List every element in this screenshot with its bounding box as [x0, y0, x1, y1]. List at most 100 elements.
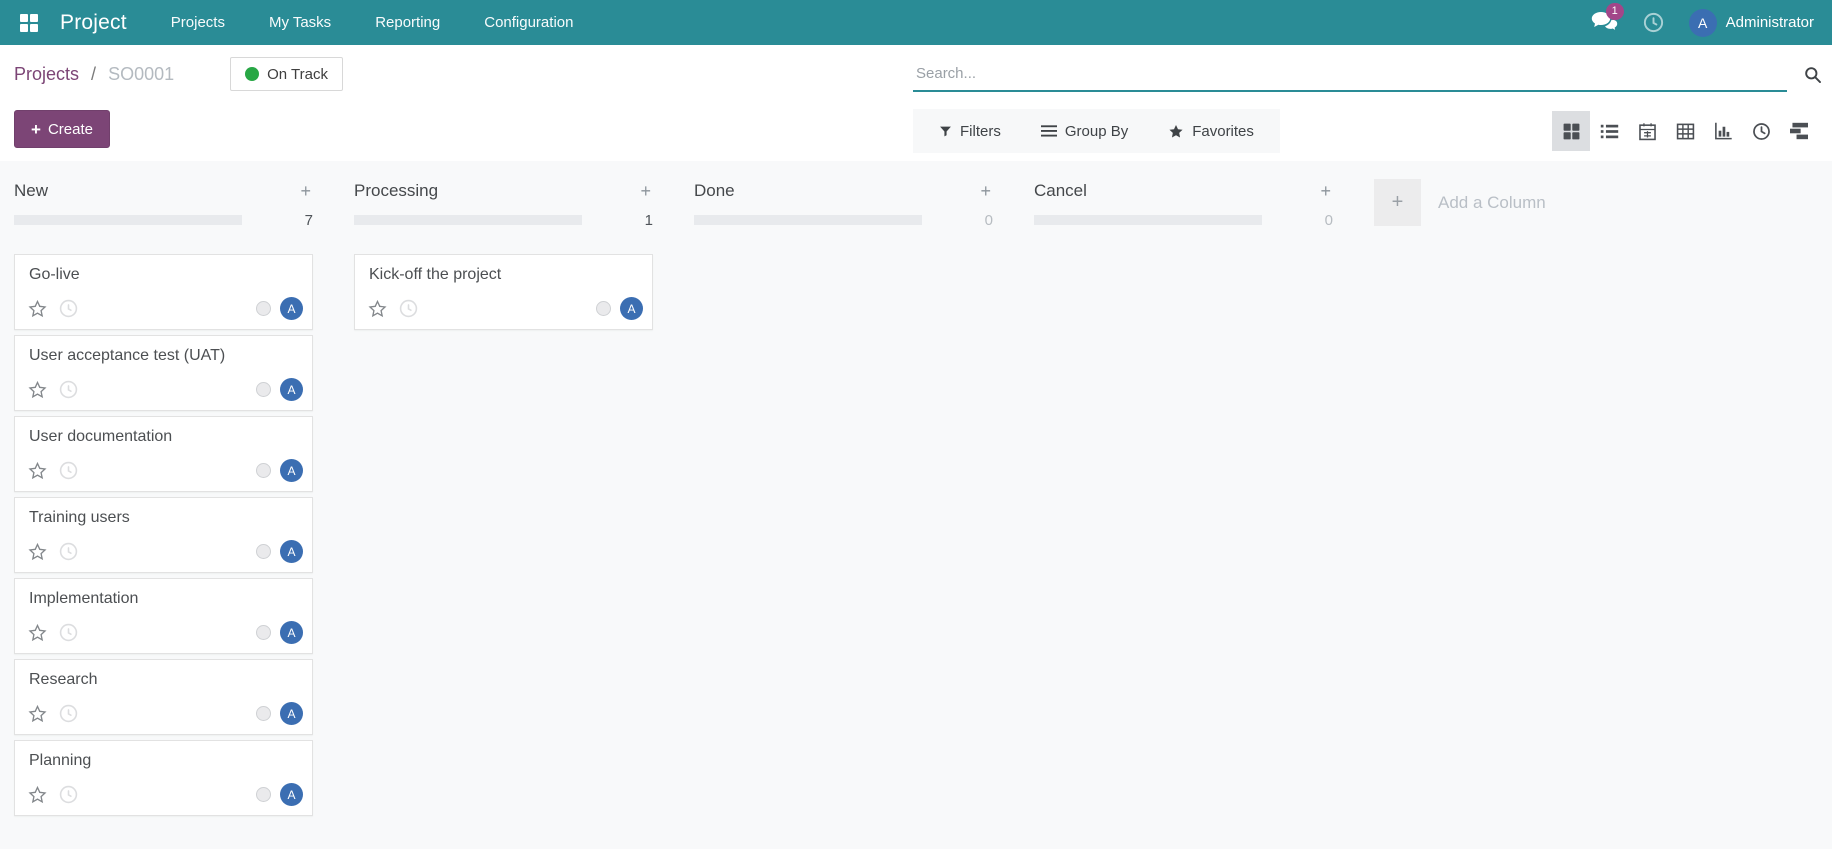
kanban-card[interactable]: User documentation A	[14, 416, 313, 492]
menu-my-tasks[interactable]: My Tasks	[269, 14, 331, 31]
add-column-label: Add a Column	[1438, 192, 1546, 212]
activity-clock-icon[interactable]	[59, 623, 78, 642]
kanban-state-circle[interactable]	[256, 382, 271, 397]
card-title: User acceptance test (UAT)	[29, 347, 226, 364]
activity-clock-icon[interactable]	[59, 785, 78, 804]
kanban-card[interactable]: Kick-off the project A	[354, 254, 653, 330]
quick-add-icon[interactable]: +	[298, 182, 313, 200]
quick-add-icon[interactable]: +	[978, 182, 993, 200]
kanban-card[interactable]: Training users A	[14, 497, 313, 573]
assignee-avatar[interactable]: A	[620, 297, 643, 320]
kanban-column-processing: Processing + 1 Kick-off the project A	[354, 179, 653, 335]
project-status-button[interactable]: On Track	[230, 57, 343, 91]
column-progressbar[interactable]	[694, 215, 922, 225]
column-title[interactable]: Done	[694, 181, 735, 201]
quick-add-icon[interactable]: +	[1318, 182, 1333, 200]
user-avatar: A	[1688, 8, 1717, 37]
kanban-card[interactable]: Research A	[14, 659, 313, 735]
quick-add-icon[interactable]: +	[638, 182, 653, 200]
activity-systray-icon[interactable]	[1642, 11, 1665, 34]
status-green-dot-icon	[245, 67, 260, 81]
search-input[interactable]	[913, 56, 1787, 92]
main-menu: Projects My Tasks Reporting Configuratio…	[171, 14, 574, 31]
kanban-state-circle[interactable]	[256, 463, 271, 478]
menu-projects[interactable]: Projects	[171, 14, 225, 31]
assignee-avatar[interactable]: A	[280, 297, 303, 320]
star-icon[interactable]	[27, 299, 48, 319]
column-progressbar[interactable]	[354, 215, 582, 225]
star-icon[interactable]	[27, 623, 48, 643]
add-column-plus-icon[interactable]: +	[1374, 179, 1421, 226]
assignee-avatar[interactable]: A	[280, 459, 303, 482]
graph-view-button[interactable]	[1704, 111, 1742, 151]
star-icon[interactable]	[27, 380, 48, 400]
create-button-label: Create	[47, 120, 93, 138]
activity-clock-icon[interactable]	[59, 461, 78, 480]
menu-configuration[interactable]: Configuration	[484, 14, 573, 31]
search-bar	[913, 56, 1832, 92]
search-magnifier-icon[interactable]	[1803, 65, 1822, 84]
pivot-view-button[interactable]	[1666, 111, 1704, 151]
activity-clock-icon[interactable]	[59, 542, 78, 561]
kanban-state-circle[interactable]	[256, 544, 271, 559]
create-button[interactable]: + Create	[14, 110, 110, 148]
column-count: 7	[304, 211, 313, 229]
kanban-column-cancel: Cancel + 0	[1034, 179, 1333, 230]
apps-menu-icon[interactable]	[20, 13, 38, 32]
activity-view-button[interactable]	[1742, 111, 1780, 151]
kanban-card[interactable]: Go-live A	[14, 254, 313, 330]
menu-reporting[interactable]: Reporting	[375, 14, 440, 31]
user-menu[interactable]: A Administrator	[1688, 8, 1814, 37]
list-view-button[interactable]	[1590, 111, 1628, 151]
navbar-systray: 1 A Administrator	[1591, 3, 1814, 37]
group-by-button[interactable]: Group By	[1040, 122, 1129, 140]
kanban-state-circle[interactable]	[256, 706, 271, 721]
card-title: Kick-off the project	[369, 266, 502, 283]
kanban-card[interactable]: Implementation A	[14, 578, 313, 654]
kanban-column-done: Done + 0	[694, 179, 993, 230]
pivot-view-icon	[1676, 123, 1694, 139]
assignee-avatar[interactable]: A	[280, 378, 303, 401]
star-icon[interactable]	[367, 299, 388, 319]
card-title: Research	[29, 671, 98, 688]
assignee-avatar[interactable]: A	[280, 783, 303, 806]
card-title: User documentation	[29, 428, 173, 445]
activity-clock-icon[interactable]	[59, 704, 78, 723]
kanban-card[interactable]: User acceptance test (UAT) A	[14, 335, 313, 411]
add-column[interactable]: + Add a Column	[1374, 179, 1546, 226]
messages-count-badge: 1	[1605, 3, 1624, 20]
assignee-avatar[interactable]: A	[280, 540, 303, 563]
activity-clock-icon[interactable]	[59, 380, 78, 399]
kanban-state-circle[interactable]	[256, 787, 271, 802]
kanban-view-button[interactable]	[1552, 111, 1590, 151]
breadcrumb-projects-link[interactable]: Projects	[14, 64, 79, 84]
star-icon[interactable]	[27, 704, 48, 724]
kanban-state-circle[interactable]	[256, 625, 271, 640]
column-progressbar[interactable]	[1034, 215, 1262, 225]
column-title[interactable]: Processing	[354, 181, 438, 201]
activity-view-icon	[1752, 122, 1770, 140]
assignee-avatar[interactable]: A	[280, 621, 303, 644]
column-title[interactable]: Cancel	[1034, 181, 1087, 201]
group-by-label: Group By	[1064, 122, 1129, 140]
star-icon[interactable]	[27, 785, 48, 805]
activity-clock-icon[interactable]	[59, 299, 78, 318]
kanban-card[interactable]: Planning A	[14, 740, 313, 816]
star-icon[interactable]	[27, 461, 48, 481]
kanban-state-circle[interactable]	[256, 301, 271, 316]
column-title[interactable]: New	[14, 181, 48, 201]
messages-icon[interactable]: 1	[1591, 3, 1624, 33]
favorites-button[interactable]: Favorites	[1168, 123, 1254, 140]
calendar-view-button[interactable]	[1628, 111, 1666, 151]
activity-clock-icon[interactable]	[399, 299, 418, 318]
card-title: Planning	[29, 752, 92, 769]
kanban-view-icon	[1563, 123, 1579, 139]
column-progressbar[interactable]	[14, 215, 242, 225]
filters-button[interactable]: Filters	[939, 123, 1001, 140]
gantt-view-button[interactable]	[1780, 111, 1818, 151]
assignee-avatar[interactable]: A	[280, 702, 303, 725]
app-title[interactable]: Project	[60, 11, 127, 35]
card-title: Go-live	[29, 266, 80, 283]
kanban-state-circle[interactable]	[596, 301, 611, 316]
star-icon[interactable]	[27, 542, 48, 562]
